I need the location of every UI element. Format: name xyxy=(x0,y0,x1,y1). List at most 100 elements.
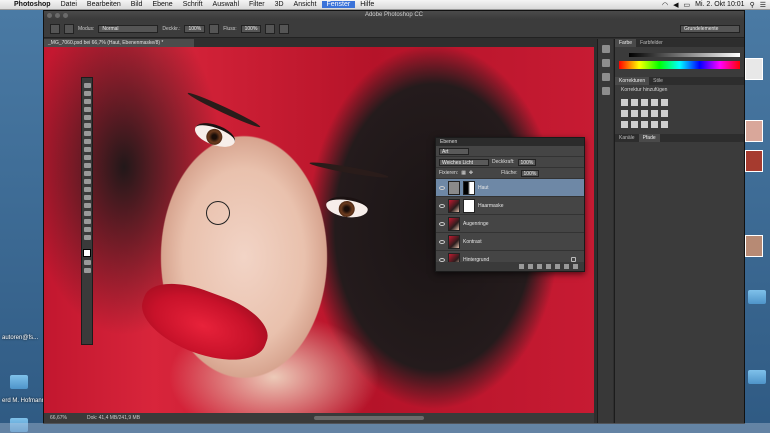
color-balance-adjust-icon[interactable] xyxy=(631,110,638,117)
selective-color-adjust-icon[interactable] xyxy=(661,121,668,128)
folder-icon[interactable] xyxy=(748,290,766,304)
menu-schrift[interactable]: Schrift xyxy=(178,1,208,8)
layer-row[interactable]: Haut xyxy=(436,179,584,197)
layer-opacity-field[interactable]: 100% xyxy=(517,158,537,166)
add-mask-icon[interactable] xyxy=(537,264,542,269)
brush-preset-icon[interactable] xyxy=(50,23,60,34)
bw-adjust-icon[interactable] xyxy=(641,110,648,117)
folder-icon[interactable] xyxy=(10,375,28,389)
fill-field[interactable]: 100% xyxy=(520,169,540,177)
move-tool-icon[interactable] xyxy=(83,83,91,88)
new-layer-icon[interactable] xyxy=(564,264,569,269)
tab-stile[interactable]: Stile xyxy=(649,77,667,85)
threshold-adjust-icon[interactable] xyxy=(641,121,648,128)
layer-thumbnail[interactable] xyxy=(448,234,460,249)
tab-korrekturen[interactable]: Korrekturen xyxy=(615,77,650,85)
group-icon[interactable] xyxy=(555,264,560,269)
brush-tool-icon[interactable] xyxy=(83,139,91,144)
healing-brush-tool-icon[interactable] xyxy=(83,131,91,136)
gradient-map-adjust-icon[interactable] xyxy=(651,121,658,128)
menu-datei[interactable]: Datei xyxy=(56,1,82,8)
exposure-adjust-icon[interactable] xyxy=(651,99,658,106)
pen-tool-icon[interactable] xyxy=(83,195,91,200)
menu-app-name[interactable]: Photoshop xyxy=(12,1,56,8)
desktop-file-thumbnail[interactable] xyxy=(745,235,763,257)
close-icon[interactable] xyxy=(47,13,52,18)
zoom-icon[interactable] xyxy=(63,13,68,18)
invert-adjust-icon[interactable] xyxy=(621,121,628,128)
menu-auswahl[interactable]: Auswahl xyxy=(208,1,244,8)
mode-select[interactable]: Normal xyxy=(98,24,159,33)
properties-panel-icon[interactable] xyxy=(601,59,610,67)
document-size[interactable]: Dok: 41,4 MB/241,9 MB xyxy=(87,413,140,423)
pressure-size-icon[interactable] xyxy=(279,23,290,34)
wifi-icon[interactable]: ◠ xyxy=(662,1,668,9)
layer-thumbnail[interactable] xyxy=(448,198,460,213)
path-select-tool-icon[interactable] xyxy=(83,211,91,216)
type-tool-icon[interactable] xyxy=(83,203,91,208)
hand-tool-icon[interactable] xyxy=(83,227,91,232)
zoom-tool-icon[interactable] xyxy=(83,235,91,240)
quick-mask-icon[interactable] xyxy=(83,260,91,265)
airbrush-icon[interactable] xyxy=(265,23,276,34)
menu-bild[interactable]: Bild xyxy=(126,1,148,8)
tab-kanaele[interactable]: Kanäle xyxy=(615,134,639,142)
link-layers-icon[interactable] xyxy=(519,264,524,269)
notifications-icon[interactable]: ☰ xyxy=(760,1,766,9)
vibrance-adjust-icon[interactable] xyxy=(661,99,668,106)
layer-mask-thumbnail[interactable] xyxy=(463,180,475,195)
desktop-label[interactable]: autoren@fs... xyxy=(2,335,38,341)
menu-3d[interactable]: 3D xyxy=(270,1,289,8)
trash-icon[interactable] xyxy=(573,264,578,269)
workspace-select[interactable]: Grundelemente xyxy=(680,24,740,33)
desktop-file-thumbnail[interactable] xyxy=(745,58,763,80)
layer-thumbnail[interactable] xyxy=(448,216,460,231)
search-icon[interactable]: ⚲ xyxy=(750,1,755,9)
curves-adjust-icon[interactable] xyxy=(641,99,648,106)
hue-adjust-icon[interactable] xyxy=(621,110,628,117)
menu-ebene[interactable]: Ebene xyxy=(147,1,177,8)
layer-mask-thumbnail[interactable] xyxy=(463,198,475,213)
shape-tool-icon[interactable] xyxy=(83,219,91,224)
layer-style-icon[interactable] xyxy=(528,264,533,269)
tab-farbe[interactable]: Farbe xyxy=(615,39,637,47)
menu-filter[interactable]: Filter xyxy=(244,1,270,8)
opacity-field[interactable]: 100% xyxy=(184,24,206,33)
document-tab[interactable]: _MG_7060.psd bei 66,7% (Haut, Ebenenmask… xyxy=(44,39,194,47)
menu-bearbeiten[interactable]: Bearbeiten xyxy=(82,1,126,8)
battery-icon[interactable]: ▭ xyxy=(684,1,691,9)
levels-adjust-icon[interactable] xyxy=(631,99,638,106)
paragraph-panel-icon[interactable] xyxy=(601,73,610,81)
dodge-tool-icon[interactable] xyxy=(83,187,91,192)
menu-hilfe[interactable]: Hilfe xyxy=(355,1,379,8)
channel-mixer-adjust-icon[interactable] xyxy=(661,110,668,117)
eyedropper-tool-icon[interactable] xyxy=(83,123,91,128)
blend-mode-select[interactable]: Weiches Licht xyxy=(439,158,489,166)
visibility-eye-icon[interactable] xyxy=(439,221,445,226)
eraser-tool-icon[interactable] xyxy=(83,163,91,168)
lock-position-icon[interactable]: ✥ xyxy=(469,170,473,176)
layer-row[interactable]: Kontrast xyxy=(436,233,584,251)
color-slider[interactable] xyxy=(629,53,740,57)
layers-panel-title[interactable]: Ebenen xyxy=(436,138,584,146)
character-panel-icon[interactable] xyxy=(601,87,610,95)
tab-pfade[interactable]: Pfade xyxy=(638,134,660,142)
clone-stamp-tool-icon[interactable] xyxy=(83,147,91,152)
volume-icon[interactable]: ◀ xyxy=(673,1,678,9)
tab-farbfelder[interactable]: Farbfelder xyxy=(636,39,667,47)
flow-field[interactable]: 100% xyxy=(240,24,262,33)
history-brush-tool-icon[interactable] xyxy=(83,155,91,160)
layer-row[interactable]: Augenringe xyxy=(436,215,584,233)
color-ramp[interactable] xyxy=(619,61,740,69)
brightness-adjust-icon[interactable] xyxy=(621,99,628,106)
desktop-file-thumbnail[interactable] xyxy=(745,120,763,142)
layer-filter-select[interactable]: Art xyxy=(439,147,469,155)
zoom-level[interactable]: 66,67% xyxy=(50,413,67,423)
lasso-tool-icon[interactable] xyxy=(83,99,91,104)
window-titlebar[interactable]: Adobe Photoshop CC xyxy=(44,11,744,20)
posterize-adjust-icon[interactable] xyxy=(631,121,638,128)
photo-filter-adjust-icon[interactable] xyxy=(651,110,658,117)
screen-mode-icon[interactable] xyxy=(83,268,91,273)
desktop-file-thumbnail[interactable] xyxy=(745,150,763,172)
folder-icon[interactable] xyxy=(748,370,766,384)
